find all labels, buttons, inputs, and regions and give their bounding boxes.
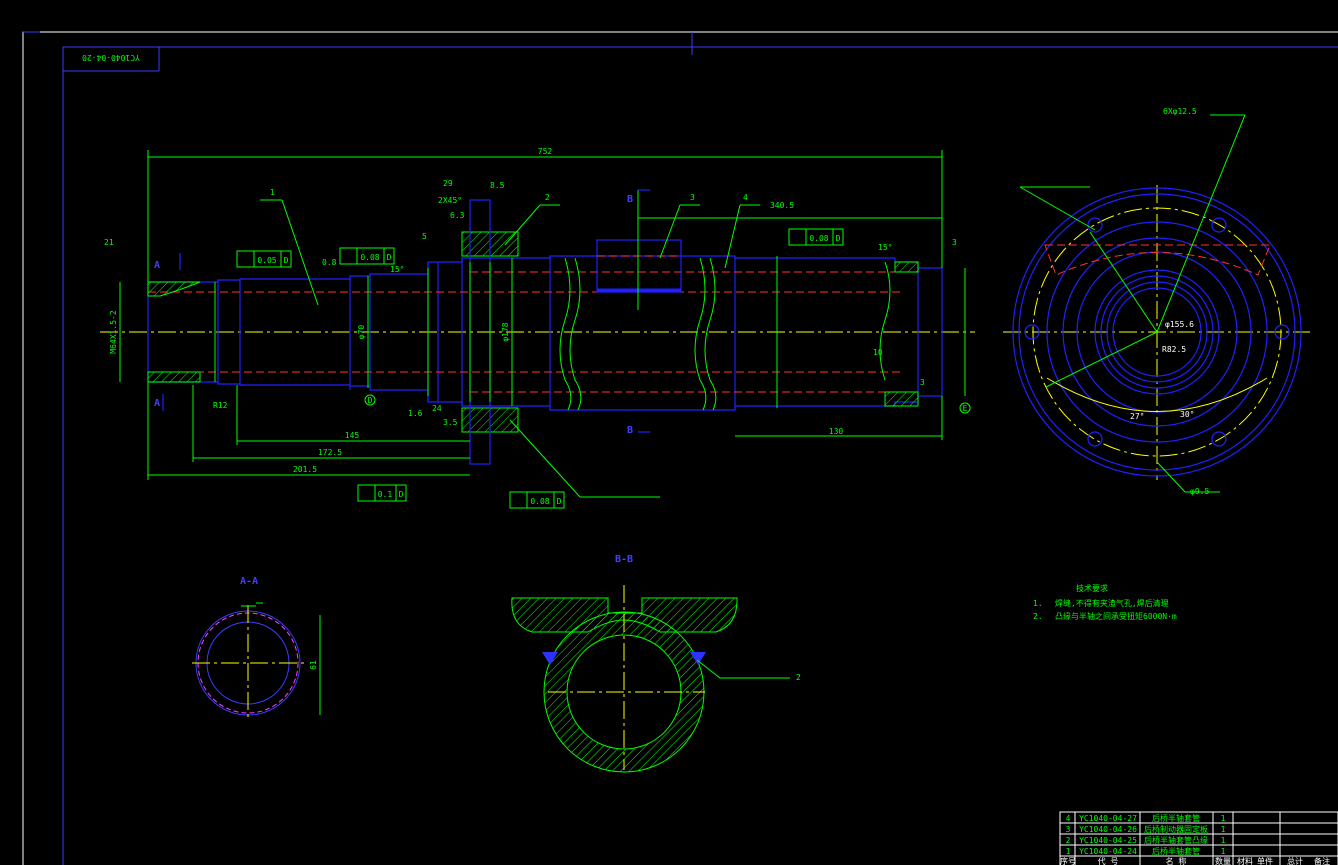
dim-172: 172.5 bbox=[318, 448, 342, 457]
dim-15b: 15° bbox=[878, 243, 892, 252]
tech-req-1-no: 1. bbox=[1033, 599, 1043, 608]
bom-row-2-name: 后桥制动器固定板 bbox=[1144, 824, 1208, 834]
dim-15a: 15° bbox=[390, 265, 404, 274]
bom-row-4-idx: 1 bbox=[1066, 847, 1071, 856]
dim-130: 130 bbox=[829, 427, 844, 436]
bom-row-4-qty: 1 bbox=[1221, 847, 1226, 856]
bom-row-1-qty: 1 bbox=[1221, 814, 1226, 823]
part-label-4: 4 bbox=[743, 193, 748, 202]
gdt-2-value: 0.08 bbox=[360, 253, 379, 262]
section-markers: A A B B bbox=[154, 189, 650, 436]
bom-row-3-qty: 1 bbox=[1221, 836, 1226, 845]
dim-d70: φ70 bbox=[357, 325, 366, 340]
dim-63: 6.3 bbox=[450, 211, 465, 220]
bom-header-0: 序号 bbox=[1060, 856, 1076, 865]
part-label-3: 3 bbox=[690, 193, 695, 202]
dim-5: 5 bbox=[422, 232, 427, 241]
dim-145: 145 bbox=[345, 431, 360, 440]
section-a-a: A-A 61 bbox=[192, 576, 321, 720]
dim-ang27: 27° bbox=[1130, 412, 1144, 421]
bom-header-3: 数量 bbox=[1215, 856, 1231, 865]
dim-29: 29 bbox=[443, 179, 453, 188]
tech-req-2-text: 凸缘与半轴之间承受扭矩6000N·m bbox=[1055, 611, 1177, 621]
bom-row-1-idx: 4 bbox=[1066, 814, 1071, 823]
dim-r82: R82.5 bbox=[1162, 345, 1186, 354]
dim-85: 8.5 bbox=[490, 181, 505, 190]
section-aa-title: A-A bbox=[240, 576, 258, 587]
drawing-number: YC1040-04-20 bbox=[82, 53, 140, 62]
dim-35: 3.5 bbox=[443, 418, 458, 427]
part-label-1: 1 bbox=[270, 188, 275, 197]
gdt-3-datum: D bbox=[836, 234, 841, 243]
dim-overall: 752 bbox=[538, 147, 553, 156]
bom-header-1: 代 号 bbox=[1098, 856, 1119, 865]
gdt-2-datum: D bbox=[387, 253, 392, 262]
gdt-5-datum: D bbox=[557, 497, 562, 506]
bom-row-1-name: 后桥半轴套管 bbox=[1152, 813, 1200, 823]
dim-3a: 3 bbox=[920, 378, 925, 387]
bom-header-5: 单件 bbox=[1257, 856, 1273, 865]
dim-tag-b: 10 bbox=[873, 348, 883, 357]
dim-bolt-holes: 6Xφ12.5 bbox=[1163, 107, 1197, 116]
section-a-bottom: A bbox=[154, 398, 160, 409]
dim-r12: R12 bbox=[213, 401, 228, 410]
shaft-outline bbox=[147, 255, 943, 411]
bom-header-2: 名 称 bbox=[1166, 856, 1187, 865]
flange-end-view: 6Xφ12.5 φ155.6 R82.5 27° 30° φ9.5 bbox=[1003, 107, 1310, 496]
dim-340: 340.5 bbox=[770, 201, 794, 210]
section-b-top: B bbox=[627, 194, 633, 205]
dim-2x45: 2X45° bbox=[438, 196, 462, 205]
bom-row-1-code: YC1040-04-27 bbox=[1079, 814, 1137, 823]
datum-e: E bbox=[963, 404, 968, 413]
section-b-bottom: B bbox=[627, 425, 633, 436]
gdt-1-value: 0.05 bbox=[257, 256, 276, 265]
dim-08: 0.8 bbox=[322, 258, 337, 267]
drawing-number-tag: YC1040-04-20 bbox=[62, 46, 160, 72]
gdt-3-value: 0.08 bbox=[809, 234, 828, 243]
shaft-main-view bbox=[100, 199, 975, 465]
gdt-5-value: 0.08 bbox=[530, 497, 549, 506]
bom-header-6: 总计 bbox=[1287, 856, 1303, 865]
cad-drawing: YC1040-04-20 752 340.5 145 172.5 201.5 1… bbox=[22, 31, 1338, 865]
main-view-dimensions: 752 340.5 145 172.5 201.5 130 M64X1.5-2 … bbox=[104, 147, 966, 498]
tech-req-heading: 技术要求 bbox=[1076, 583, 1108, 593]
datum-d: D bbox=[368, 396, 373, 405]
section-a-top: A bbox=[154, 260, 160, 271]
part-label-2: 2 bbox=[545, 193, 550, 202]
bom-row-4-code: YC1040-04-24 bbox=[1079, 847, 1137, 856]
dim-d178: φ178 bbox=[501, 322, 510, 341]
bom-row-3-name: 后桥半轴套管凸缘 bbox=[1144, 835, 1208, 845]
dim-d155: φ155.6 bbox=[1165, 320, 1194, 329]
technical-requirements: 技术要求 1. 焊缝,不得有夹渣气孔,焊后清理 2. 凸缘与半轴之间承受扭矩60… bbox=[1033, 583, 1177, 621]
section-b-b: B-B 2 bbox=[511, 554, 801, 773]
gdt-4-datum: D bbox=[399, 490, 404, 499]
bom-header-4: 材料 bbox=[1237, 856, 1253, 865]
dim-tag-a: 21 bbox=[104, 238, 114, 247]
dim-24: 24 bbox=[432, 404, 442, 413]
bom-row-4-name: 后桥半轴套管 bbox=[1152, 846, 1200, 856]
dim-16: 1.6 bbox=[408, 409, 423, 418]
dim-201: 201.5 bbox=[293, 465, 317, 474]
bom-row-2-idx: 3 bbox=[1066, 825, 1071, 834]
dim-3b: 3 bbox=[952, 238, 957, 247]
bom-row-2-qty: 1 bbox=[1221, 825, 1226, 834]
dim-ang30: 30° bbox=[1180, 410, 1194, 419]
dim-61: 61 bbox=[309, 660, 318, 670]
gdt-4-value: 0.1 bbox=[378, 490, 393, 499]
section-bb-title: B-B bbox=[615, 554, 633, 565]
bom-row-2-code: YC1040-04-26 bbox=[1079, 825, 1137, 834]
tech-req-2-no: 2. bbox=[1033, 612, 1043, 621]
dim-d9: φ9.5 bbox=[1190, 487, 1209, 496]
bom-table: 4 YC1040-04-27 后桥半轴套管 1 3 YC1040-04-26 后… bbox=[1059, 811, 1338, 865]
bom-row-3-code: YC1040-04-25 bbox=[1079, 836, 1137, 845]
part-label-2b: 2 bbox=[796, 673, 801, 682]
tolerance-frames: 0.05 D 0.08 D 0.08 D 0.1 D 0.08 D D E bbox=[236, 228, 971, 509]
bom-row-3-idx: 2 bbox=[1066, 836, 1071, 845]
gdt-1-datum: D bbox=[284, 256, 289, 265]
dim-thread: M64X1.5-2 bbox=[109, 310, 118, 354]
bom-header-7: 备注 bbox=[1314, 856, 1330, 865]
tech-req-1-text: 焊缝,不得有夹渣气孔,焊后清理 bbox=[1055, 598, 1169, 608]
